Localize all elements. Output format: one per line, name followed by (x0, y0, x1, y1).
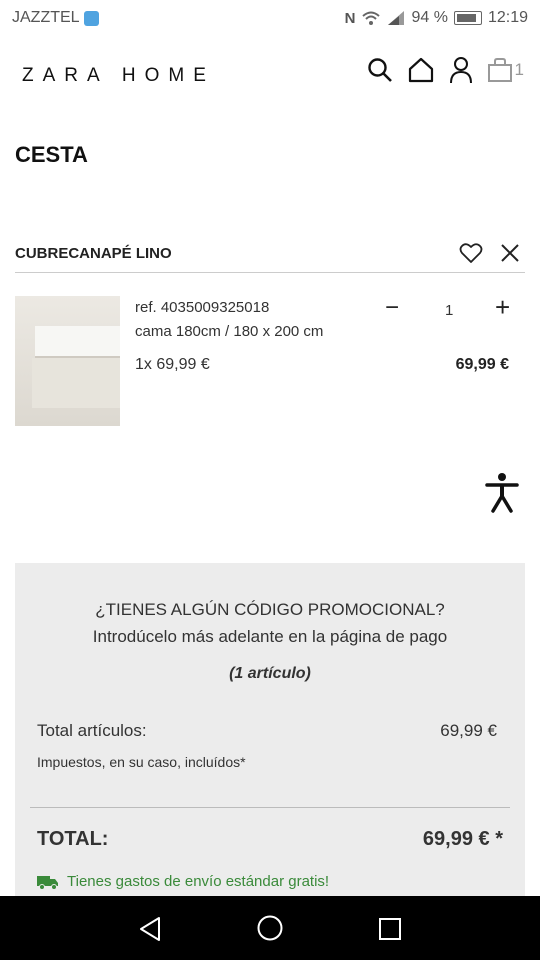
app-header: ZARA HOME 1 (0, 52, 540, 96)
product-header: CUBRECANAPÉ LINO (15, 240, 525, 273)
promo-question: ¿TIENES ALGÚN CÓDIGO PROMOCIONAL? (95, 600, 445, 619)
increase-quantity-button[interactable]: + (495, 294, 510, 320)
battery-icon (453, 11, 482, 25)
product-name[interactable]: CUBRECANAPÉ LINO (15, 245, 172, 262)
system-nav-bar (0, 896, 540, 960)
signal-icon (388, 11, 405, 25)
promo-hint: Introdúcelo más adelante en la página de… (92, 627, 448, 646)
home-icon[interactable] (407, 57, 435, 83)
accessibility-icon[interactable] (484, 472, 520, 514)
quantity-stepper: − 1 + (385, 294, 525, 324)
line-total: 69,99 € (455, 356, 509, 373)
subtotal-label: Total artículos: (37, 721, 147, 740)
total-value: 69,99 € * (422, 828, 503, 850)
home-nav-icon[interactable] (256, 914, 284, 942)
back-icon[interactable] (138, 916, 162, 942)
recent-apps-icon[interactable] (378, 917, 402, 941)
divider (30, 807, 510, 808)
shipping-note: Tienes gastos de envío estándar gratis! (37, 873, 329, 890)
product-size: cama 180cm / 180 x 200 cm (135, 323, 324, 340)
product-ref: ref. 4035009325018 (135, 299, 270, 316)
search-icon[interactable] (367, 57, 393, 83)
carrier-badge-icon (83, 10, 99, 26)
quantity-value: 1 (445, 302, 454, 319)
subtotal-value: 69,99 € (440, 721, 497, 740)
truck-icon (37, 875, 58, 890)
status-bar: JAZZTEL N 94 % 12:19 (0, 0, 540, 36)
brand-logo[interactable]: ZARA HOME (22, 65, 215, 87)
cart-button[interactable]: 1 (487, 57, 524, 83)
close-icon[interactable] (499, 242, 521, 264)
clock: 12:19 (487, 9, 528, 26)
wifi-icon (362, 11, 381, 25)
bag-icon[interactable] (487, 57, 513, 83)
battery-percent: 94 % (411, 9, 448, 26)
order-summary: ¿TIENES ALGÚN CÓDIGO PROMOCIONAL? Introd… (15, 563, 525, 896)
shipping-text: Tienes gastos de envío estándar gratis! (67, 873, 330, 890)
heart-icon[interactable] (459, 242, 483, 264)
page-title: CESTA (15, 142, 88, 167)
carrier-name: JAZZTEL (12, 9, 80, 26)
item-count: (1 artículo) (229, 665, 311, 682)
cart-count: 1 (514, 60, 524, 79)
product-image[interactable] (15, 296, 120, 426)
decrease-quantity-button[interactable]: − (385, 296, 399, 320)
user-icon[interactable] (449, 56, 473, 84)
nfc-icon: N (344, 9, 356, 27)
cart-item: ref. 4035009325018 cama 180cm / 180 x 20… (15, 294, 525, 428)
unit-price: 1x 69,99 € (135, 356, 210, 373)
tax-note: Impuestos, en su caso, incluídos* (37, 754, 246, 770)
total-label: TOTAL: (37, 828, 109, 850)
